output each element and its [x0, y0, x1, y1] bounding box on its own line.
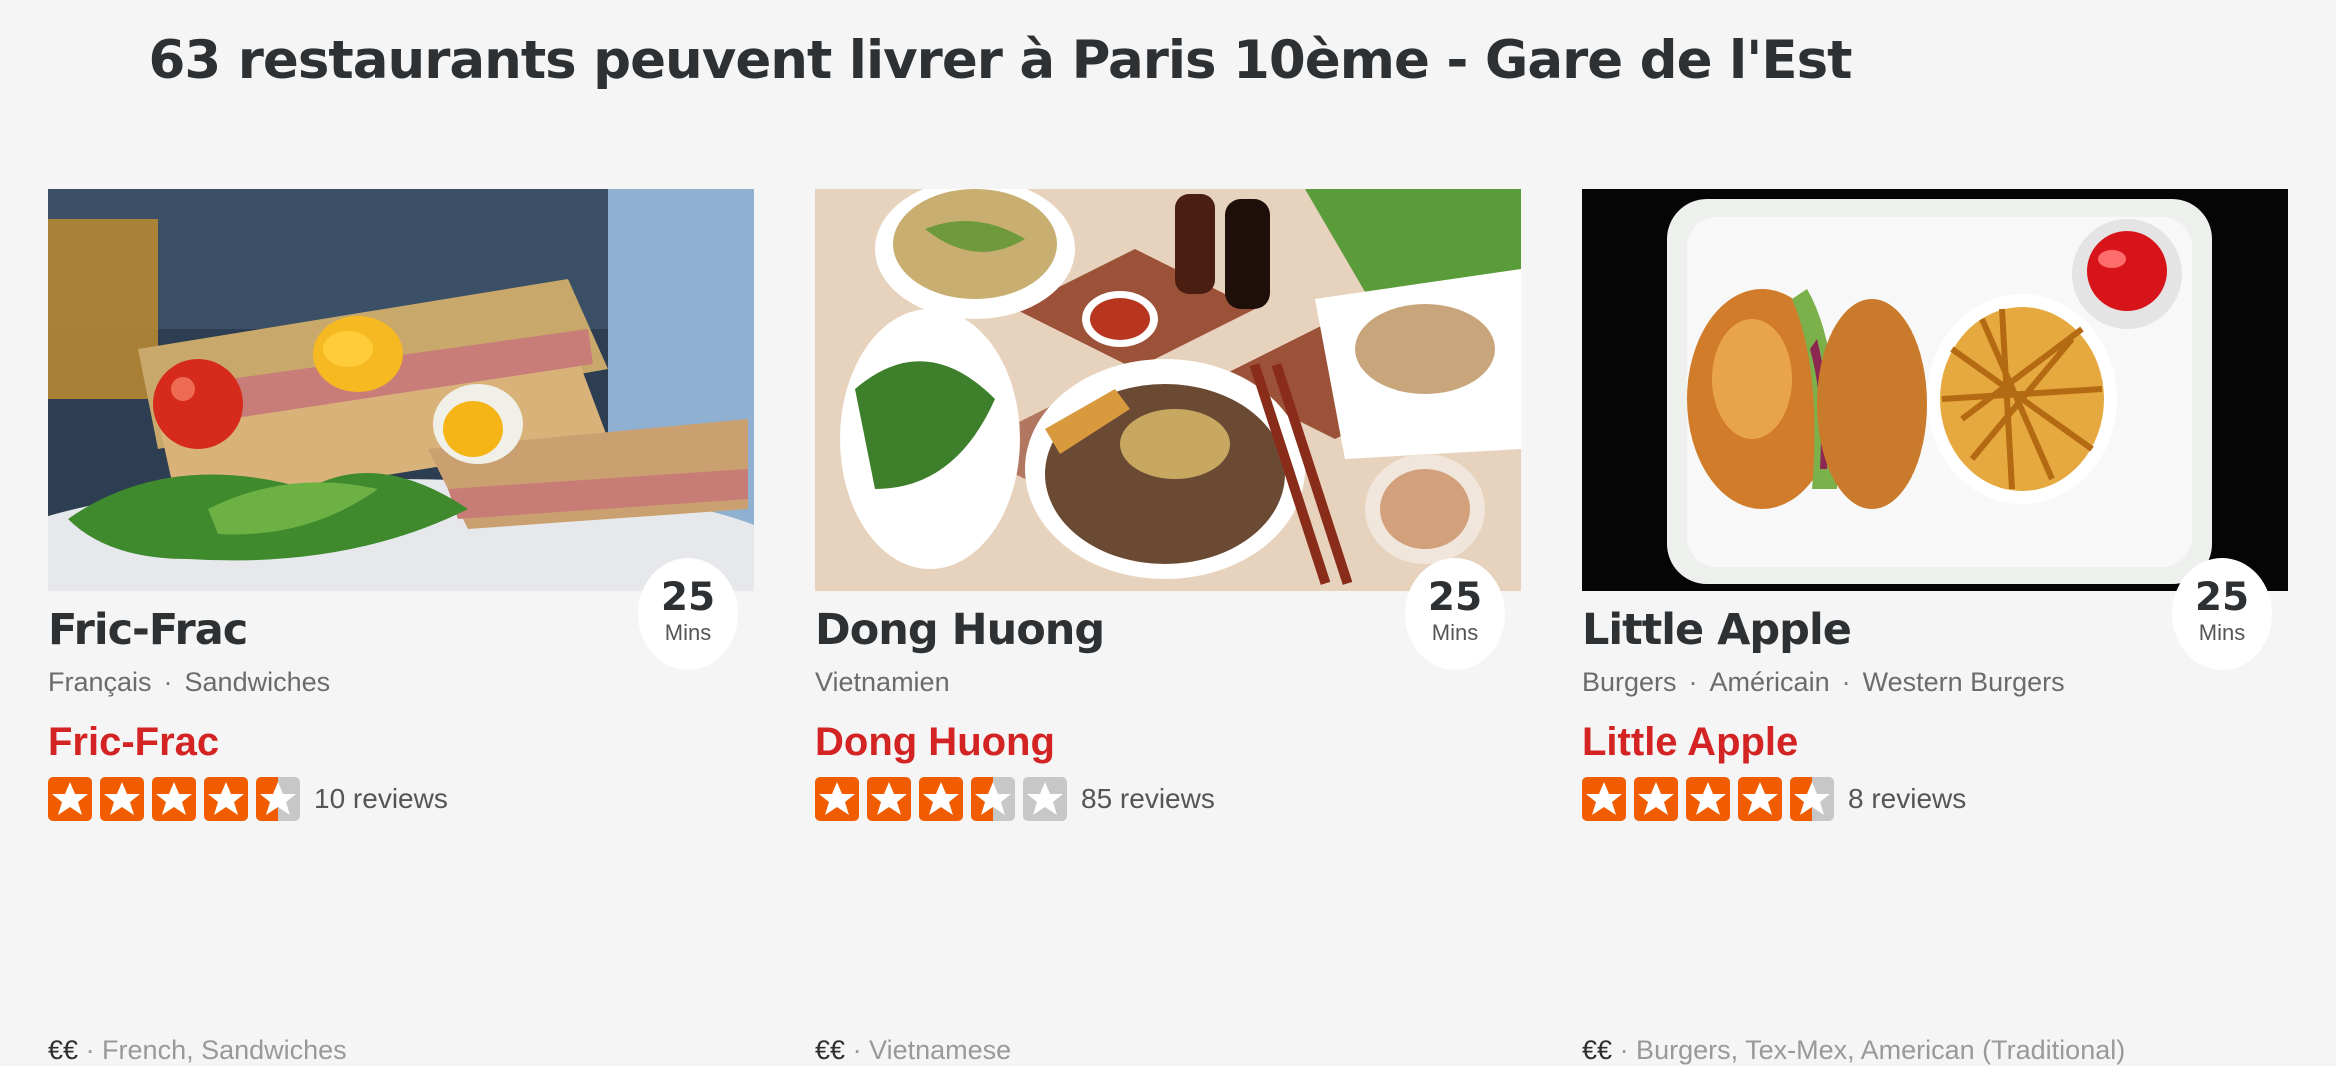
delivery-time-unit: Mins: [664, 620, 712, 645]
yelp-restaurant-link[interactable]: Little Apple: [1582, 720, 1798, 765]
delivery-time-unit: Mins: [2198, 620, 2246, 645]
page-title: 63 restaurants peuvent livrer à Paris 10…: [148, 30, 1853, 91]
cuisine-tag: Vietnamien: [815, 667, 950, 697]
restaurant-name[interactable]: Fric-Frac: [48, 605, 248, 655]
delivery-time-value: 25: [660, 575, 716, 620]
price-and-categories: €€ · French, Sandwiches: [48, 1035, 347, 1066]
cuisine-tag: Français: [48, 667, 152, 697]
restaurant-card[interactable]: 25 Mins Dong Huong Vietnamien Dong Huong…: [815, 189, 1521, 1065]
category-list: · Burgers, Tex-Mex, American (Traditiona…: [1619, 1035, 2126, 1065]
cuisine-tags: Burgers · Américain · Western Burgers: [1582, 667, 2065, 698]
restaurant-name[interactable]: Dong Huong: [815, 605, 1105, 655]
price-level: €€: [815, 1035, 846, 1065]
star-half-icon: [1790, 777, 1834, 821]
star-full-icon: [1582, 777, 1626, 821]
star-full-icon: [919, 777, 963, 821]
star-full-icon: [204, 777, 248, 821]
category-list: · French, Sandwiches: [85, 1035, 347, 1065]
delivery-time-badge: 25 Mins: [2172, 558, 2272, 670]
star-full-icon: [152, 777, 196, 821]
delivery-time-value: 25: [2194, 575, 2250, 620]
star-half-icon: [971, 777, 1015, 821]
delivery-time-value: 25: [1427, 575, 1483, 620]
star-rating: 85 reviews: [815, 777, 1215, 821]
star-empty-icon: [1023, 777, 1067, 821]
star-rating: 8 reviews: [1582, 777, 1966, 821]
review-count[interactable]: 10 reviews: [314, 783, 448, 815]
restaurant-name[interactable]: Little Apple: [1582, 605, 1852, 655]
review-count[interactable]: 8 reviews: [1848, 783, 1966, 815]
price-level: €€: [48, 1035, 79, 1065]
restaurant-card[interactable]: 25 Mins Fric-Frac Français · Sandwiches Fr…: [48, 189, 754, 1065]
restaurant-card[interactable]: 25 Mins Little Apple Burgers · Américain · W…: [1582, 189, 2288, 1065]
cuisine-tags: Vietnamien: [815, 667, 950, 698]
yelp-restaurant-link[interactable]: Dong Huong: [815, 720, 1055, 765]
cuisine-tag: Burgers: [1582, 667, 1677, 697]
star-full-icon: [815, 777, 859, 821]
star-full-icon: [867, 777, 911, 821]
star-full-icon: [1738, 777, 1782, 821]
delivery-time-unit: Mins: [1431, 620, 1479, 645]
price-level: €€: [1582, 1035, 1613, 1065]
restaurant-photo-vietnamese[interactable]: [815, 189, 1521, 591]
cuisine-tag: Américain: [1709, 667, 1830, 697]
cuisine-tag: Western Burgers: [1862, 667, 2065, 697]
cuisine-separator: ·: [1688, 667, 1698, 697]
cuisine-tag: Sandwiches: [184, 667, 331, 697]
cuisine-separator: ·: [1841, 667, 1851, 697]
star-full-icon: [1634, 777, 1678, 821]
star-full-icon: [48, 777, 92, 821]
price-and-categories: €€ · Vietnamese: [815, 1035, 1011, 1066]
restaurant-photo-burger[interactable]: [1582, 189, 2288, 591]
star-full-icon: [100, 777, 144, 821]
yelp-restaurant-link[interactable]: Fric-Frac: [48, 720, 219, 765]
delivery-time-badge: 25 Mins: [1405, 558, 1505, 670]
cuisine-separator: ·: [163, 667, 173, 697]
cuisine-tags: Français · Sandwiches: [48, 667, 330, 698]
star-half-icon: [256, 777, 300, 821]
star-full-icon: [1686, 777, 1730, 821]
review-count[interactable]: 85 reviews: [1081, 783, 1215, 815]
delivery-time-badge: 25 Mins: [638, 558, 738, 670]
restaurant-photo-sandwich[interactable]: [48, 189, 754, 591]
star-rating: 10 reviews: [48, 777, 448, 821]
price-and-categories: €€ · Burgers, Tex-Mex, American (Traditi…: [1582, 1035, 2125, 1066]
category-list: · Vietnamese: [852, 1035, 1012, 1065]
